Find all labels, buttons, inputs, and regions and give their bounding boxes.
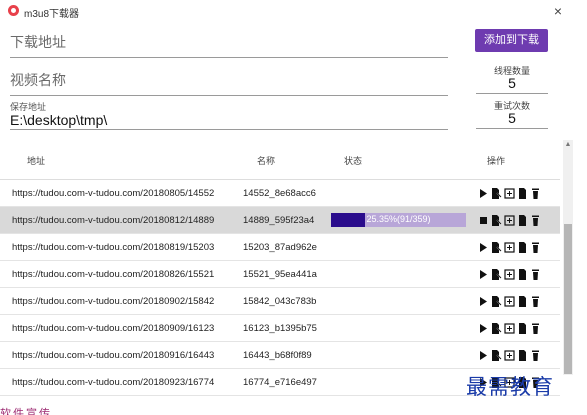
play-icon[interactable] <box>478 349 489 362</box>
edit-document-icon[interactable] <box>491 187 502 200</box>
merge-icon[interactable] <box>504 241 515 254</box>
delete-icon[interactable] <box>530 322 541 335</box>
play-icon[interactable] <box>478 187 489 200</box>
row-url: https://tudou.com-v-tudou.com/20180902/1… <box>12 296 215 307</box>
thread-count-input[interactable]: 5 <box>476 74 548 94</box>
table-row[interactable]: https://tudou.com-v-tudou.com/20180916/1… <box>0 342 560 369</box>
edit-document-icon[interactable] <box>491 322 502 335</box>
url-input[interactable] <box>10 34 448 50</box>
file-icon[interactable] <box>517 187 528 200</box>
row-name: 14552_8e68acc6 <box>243 188 316 199</box>
edit-document-icon[interactable] <box>491 295 502 308</box>
merge-icon[interactable] <box>504 187 515 200</box>
retry-count-input[interactable]: 5 <box>476 109 548 129</box>
row-url: https://tudou.com-v-tudou.com/20180819/1… <box>12 242 215 253</box>
play-icon[interactable] <box>478 295 489 308</box>
add-to-download-button[interactable]: 添加到下载 <box>475 29 548 52</box>
table-row[interactable]: https://tudou.com-v-tudou.com/20180909/1… <box>0 315 560 342</box>
file-icon[interactable] <box>517 295 528 308</box>
header-ops[interactable]: 操作 <box>487 154 505 167</box>
table-header: 地址 名称 状态 操作 <box>0 140 560 180</box>
url-field <box>10 34 448 58</box>
watermark-logo: 最需教育 <box>466 375 554 399</box>
delete-icon[interactable] <box>530 268 541 281</box>
row-url: https://tudou.com-v-tudou.com/20180812/1… <box>12 215 215 226</box>
merge-icon[interactable] <box>504 349 515 362</box>
header-status[interactable]: 状态 <box>344 154 362 167</box>
file-icon[interactable] <box>517 322 528 335</box>
table-row[interactable]: https://tudou.com-v-tudou.com/20180902/1… <box>0 288 560 315</box>
bottom-cut-text: 软件宣传 <box>0 408 52 415</box>
delete-icon[interactable] <box>530 295 541 308</box>
video-name-field <box>10 72 448 96</box>
row-url: https://tudou.com-v-tudou.com/20180909/1… <box>12 323 215 334</box>
file-icon[interactable] <box>517 268 528 281</box>
title-bar: m3u8下载器 × <box>0 0 587 22</box>
row-name: 16443_b68f0f89 <box>243 350 312 361</box>
save-path-field[interactable]: 保存地址 E:\desktop\tmp\ <box>10 100 448 130</box>
delete-icon[interactable] <box>530 349 541 362</box>
m3u8-downloader-window: m3u8下载器 × 保存地址 E:\desktop\tmp\ 添加到下载 线程数… <box>0 0 587 415</box>
video-name-input[interactable] <box>10 72 448 88</box>
file-icon[interactable] <box>517 241 528 254</box>
table-row[interactable]: https://tudou.com-v-tudou.com/20180805/1… <box>0 180 560 207</box>
row-url: https://tudou.com-v-tudou.com/20180923/1… <box>12 377 215 388</box>
app-logo-icon <box>8 5 19 16</box>
delete-icon[interactable] <box>530 241 541 254</box>
row-url: https://tudou.com-v-tudou.com/20180826/1… <box>12 269 215 280</box>
merge-icon[interactable] <box>504 268 515 281</box>
edit-document-icon[interactable] <box>491 349 502 362</box>
play-icon[interactable] <box>478 268 489 281</box>
row-name: 16123_b1395b75 <box>243 323 317 334</box>
header-url[interactable]: 地址 <box>27 154 45 167</box>
window-title: m3u8下载器 <box>24 9 80 20</box>
scrollbar-thumb[interactable] <box>564 224 572 374</box>
merge-icon[interactable] <box>504 295 515 308</box>
merge-icon[interactable] <box>504 214 515 227</box>
play-icon[interactable] <box>478 241 489 254</box>
row-name: 16774_e716e497 <box>243 377 317 388</box>
merge-icon[interactable] <box>504 322 515 335</box>
file-icon[interactable] <box>517 349 528 362</box>
header-name[interactable]: 名称 <box>257 154 275 167</box>
delete-icon[interactable] <box>530 214 541 227</box>
table-row[interactable]: https://tudou.com-v-tudou.com/20180819/1… <box>0 234 560 261</box>
table-row[interactable]: https://tudou.com-v-tudou.com/20180826/1… <box>0 261 560 288</box>
row-url: https://tudou.com-v-tudou.com/20180916/1… <box>12 350 215 361</box>
row-name: 15521_95ea441a <box>243 269 317 280</box>
close-button[interactable]: × <box>547 1 569 21</box>
edit-document-icon[interactable] <box>491 268 502 281</box>
file-icon[interactable] <box>517 214 528 227</box>
download-progress-bar: 25.35%(91/359) <box>331 213 466 227</box>
row-name: 15842_043c783b <box>243 296 317 307</box>
row-name: 15203_87ad962e <box>243 242 317 253</box>
scroll-up-arrow-icon[interactable]: ▲ <box>563 140 573 150</box>
progress-text: 25.35%(91/359) <box>366 214 431 224</box>
delete-icon[interactable] <box>530 187 541 200</box>
table-row[interactable]: https://tudou.com-v-tudou.com/20180812/1… <box>0 207 560 234</box>
play-icon[interactable] <box>478 322 489 335</box>
row-name: 14889_595f23a4 <box>243 215 315 226</box>
row-url: https://tudou.com-v-tudou.com/20180805/1… <box>12 188 215 199</box>
edit-document-icon[interactable] <box>491 241 502 254</box>
save-path-value[interactable]: E:\desktop\tmp\ <box>10 112 107 128</box>
edit-document-icon[interactable] <box>491 214 502 227</box>
stop-icon[interactable] <box>478 214 489 227</box>
